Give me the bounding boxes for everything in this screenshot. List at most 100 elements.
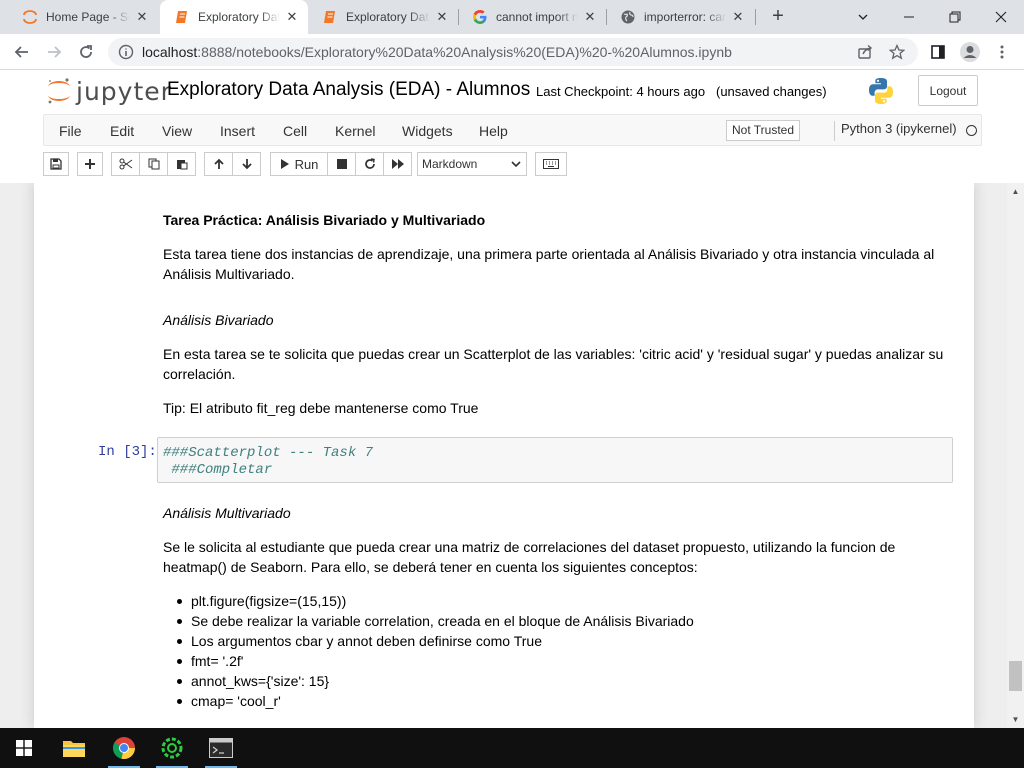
reload-icon[interactable]: [74, 40, 98, 64]
close-icon[interactable]: ✕: [730, 9, 746, 25]
jupyter-icon: [23, 10, 37, 24]
multivariado-paragraph-line-2: heatmap() de Seaborn. Para ello, se debe…: [163, 559, 698, 575]
close-window-icon[interactable]: [978, 0, 1024, 34]
restore-icon[interactable]: [932, 0, 978, 34]
jupyter-server-icon[interactable]: [148, 728, 196, 768]
more-menu-icon[interactable]: [990, 40, 1014, 64]
tab-title: importerror: can: [644, 10, 726, 24]
minimize-icon[interactable]: [886, 0, 932, 34]
code-cell-editor[interactable]: ###Scatterplot --- Task 7 ###Completar: [157, 437, 953, 483]
windows-start-icon[interactable]: [0, 728, 48, 768]
save-button[interactable]: [43, 152, 69, 176]
chevron-down-icon: [511, 161, 521, 168]
scissors-icon: [119, 158, 132, 170]
paste-button[interactable]: [167, 152, 196, 176]
browser-tab[interactable]: cannot import n ✕: [458, 0, 606, 34]
taskbar: [0, 728, 1024, 768]
side-panel-icon[interactable]: [926, 40, 950, 64]
close-icon[interactable]: ✕: [134, 9, 150, 25]
intro-paragraph-line-2: Análisis Multivariado.: [163, 266, 295, 282]
list-item: fmt= '.2f': [177, 651, 694, 671]
list-item: annot_kws={'size': 15}: [177, 671, 694, 691]
terminal-icon[interactable]: [197, 728, 245, 768]
forward-icon[interactable]: [42, 40, 66, 64]
paste-icon: [176, 160, 187, 170]
fast-forward-icon: [391, 159, 404, 169]
logout-button[interactable]: Logout: [918, 75, 978, 106]
cell-type-select[interactable]: Markdown: [417, 152, 527, 176]
task-title: Tarea Práctica: Análisis Bivariado y Mul…: [163, 212, 486, 228]
notebook-area: . Tarea Práctica: Análisis Bivariado y M…: [0, 183, 1007, 728]
arrow-up-icon: [213, 158, 224, 169]
url-host: localhost: [142, 44, 198, 60]
tab-title: Exploratory Data: [198, 10, 280, 24]
menu-help[interactable]: Help: [479, 123, 508, 139]
browser-tab[interactable]: importerror: can ✕: [606, 0, 754, 34]
move-down-button[interactable]: [232, 152, 261, 176]
multivariado-heading: Análisis Multivariado: [163, 505, 291, 521]
multivariado-paragraph-line-1: Se le solicita al estudiante que pueda c…: [163, 539, 896, 555]
stop-icon: [336, 159, 347, 169]
cut-button[interactable]: [111, 152, 140, 176]
copy-icon: [148, 158, 159, 170]
bivariado-paragraph-line-1: En esta tarea se te solicita que puedas …: [163, 346, 944, 362]
menu-kernel[interactable]: Kernel: [335, 123, 375, 139]
bookmark-star-icon[interactable]: [887, 42, 907, 62]
kernel-name[interactable]: Python 3 (ipykernel): [834, 121, 957, 141]
browser-tab[interactable]: Exploratory Data ✕: [308, 0, 458, 34]
concepts-list: plt.figure(figsize=(15,15)) Se debe real…: [177, 591, 694, 711]
profile-icon[interactable]: [958, 40, 982, 64]
menu-file[interactable]: File: [59, 123, 82, 139]
tip-text: Tip: El atributo fit_reg debe mantenerse…: [163, 400, 479, 416]
arrow-down-icon: [241, 159, 252, 170]
menu-view[interactable]: View: [162, 123, 192, 139]
chrome-icon[interactable]: [100, 728, 148, 768]
info-icon[interactable]: [118, 44, 134, 60]
vertical-scrollbar[interactable]: ▲ ▼: [1007, 183, 1024, 728]
notebook-icon: [176, 11, 187, 23]
close-icon[interactable]: ✕: [582, 9, 598, 25]
scroll-up-arrow-icon[interactable]: ▲: [1007, 183, 1024, 200]
run-label: Run: [294, 156, 319, 172]
close-icon[interactable]: ✕: [284, 9, 300, 25]
file-explorer-icon[interactable]: [50, 728, 98, 768]
list-item: Se debe realizar la variable correlation…: [177, 613, 694, 629]
restart-run-all-button[interactable]: [383, 152, 412, 176]
notebook-toolbar: Run Markdown: [43, 152, 982, 176]
code-line-2: ###Completar: [163, 462, 273, 478]
play-icon: [280, 159, 289, 169]
menu-cell[interactable]: Cell: [283, 123, 307, 139]
notebook-icon: [324, 11, 335, 23]
close-icon[interactable]: ✕: [434, 9, 450, 25]
run-button[interactable]: Run: [270, 152, 328, 176]
jupyter-logo-text: jupyter: [76, 76, 172, 106]
browser-tab-home[interactable]: Home Page - Se ✕: [8, 0, 158, 34]
list-item: cmap= 'cool_r': [177, 691, 694, 711]
restart-icon: [364, 158, 375, 169]
command-palette-button[interactable]: [535, 152, 567, 176]
keyboard-icon: [543, 159, 559, 169]
not-trusted-button[interactable]: Not Trusted: [726, 120, 801, 141]
scroll-down-arrow-icon[interactable]: ▼: [1007, 711, 1024, 728]
url-field[interactable]: localhost:8888/notebooks/Exploratory%20D…: [108, 38, 918, 66]
scrollbar-thumb[interactable]: [1009, 661, 1022, 691]
move-up-button[interactable]: [204, 152, 233, 176]
tab-search-icon[interactable]: [840, 0, 886, 34]
menu-insert[interactable]: Insert: [220, 123, 255, 139]
jupyter-logo[interactable]: jupyter: [46, 76, 172, 106]
menu-edit[interactable]: Edit: [110, 123, 134, 139]
copy-button[interactable]: [139, 152, 168, 176]
interrupt-kernel-button[interactable]: [327, 152, 356, 176]
google-icon: [473, 10, 487, 24]
intro-paragraph-line-1: Esta tarea tiene dos instancias de apren…: [163, 246, 935, 262]
new-tab-button[interactable]: +: [766, 5, 790, 29]
browser-tab-active[interactable]: Exploratory Data ✕: [160, 0, 308, 34]
restart-kernel-button[interactable]: [355, 152, 384, 176]
menu-widgets[interactable]: Widgets: [402, 123, 453, 139]
notebook-title[interactable]: Exploratory Data Analysis (EDA) - Alumno…: [167, 79, 530, 101]
insert-cell-button[interactable]: [77, 152, 103, 176]
bivariado-paragraph-line-2: correlación.: [163, 366, 236, 382]
share-icon[interactable]: [855, 42, 875, 62]
tab-title: cannot import n: [496, 10, 578, 24]
back-icon[interactable]: [10, 40, 34, 64]
